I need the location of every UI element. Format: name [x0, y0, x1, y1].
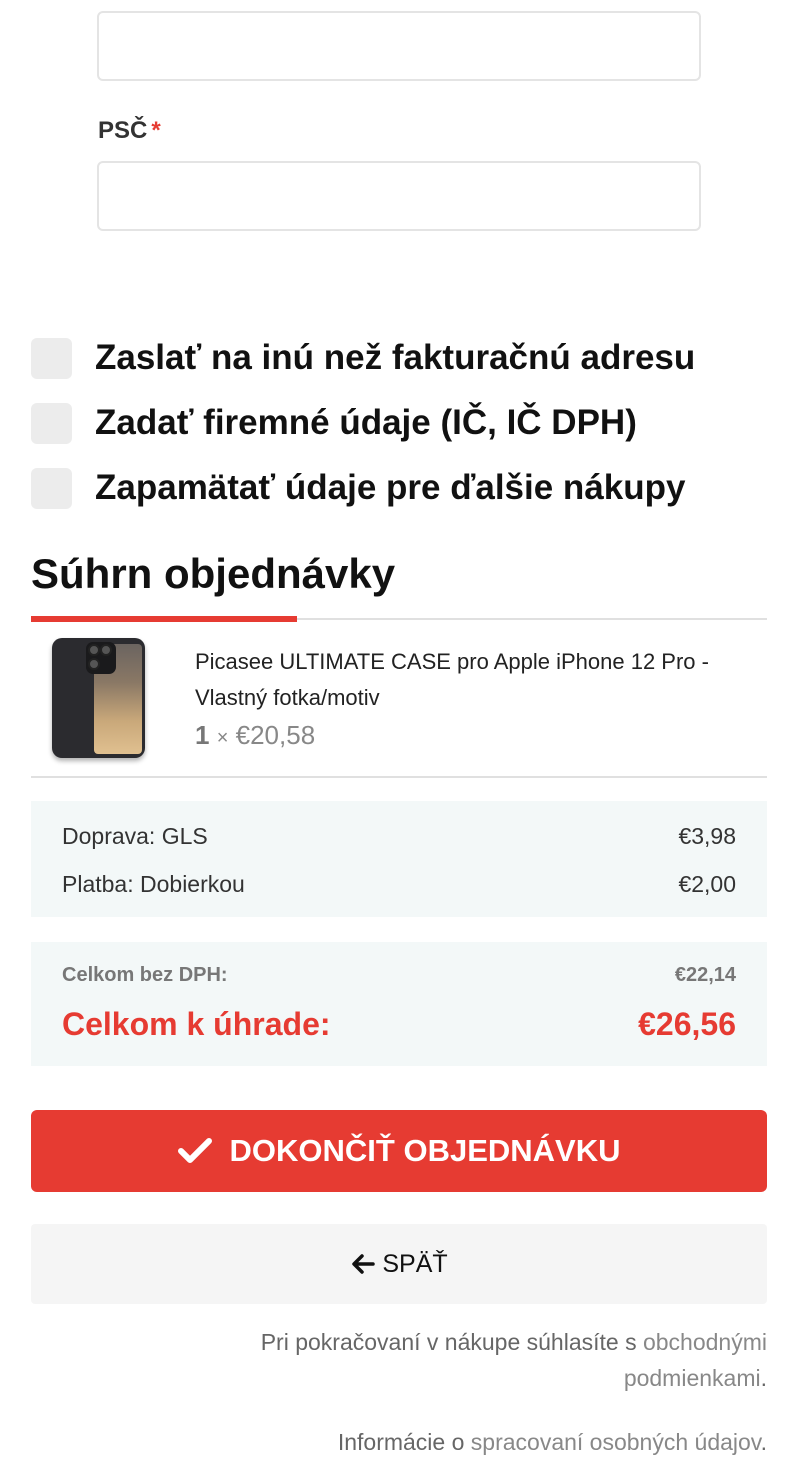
checkbox[interactable]: [31, 402, 72, 444]
total-excl-vat-label: Celkom bez DPH:: [62, 964, 228, 986]
total-excl-vat-value: €22,14: [674, 964, 736, 986]
product-image: [52, 638, 145, 758]
back-button[interactable]: SPÄŤ: [31, 1224, 767, 1304]
privacy-notice: Informácie o spracovaní osobných údajov.: [337, 1429, 767, 1455]
finish-order-button[interactable]: DOKONČIŤ OBJEDNÁVKU: [31, 1110, 767, 1192]
product-quantity-price: 1 × €20,58: [195, 720, 315, 751]
times-sign: ×: [216, 727, 229, 749]
option-label: Zaslať na inú než fakturačnú adresu: [95, 338, 696, 377]
total-label: Celkom k úhrade:: [62, 1006, 331, 1042]
finish-order-label: DOKONČIŤ OBJEDNÁVKU: [229, 1133, 621, 1168]
product-unit-price: €20,58: [235, 720, 316, 750]
total-value: €26,56: [638, 1006, 736, 1042]
product-quantity: 1: [195, 720, 210, 750]
psc-input[interactable]: [97, 161, 701, 231]
shipping-label: Doprava: GLS: [62, 823, 208, 849]
address-input[interactable]: [97, 11, 701, 81]
option-label: Zadať firemné údaje (IČ, IČ DPH): [95, 403, 637, 442]
total-row: Celkom k úhrade: €26,56: [62, 1006, 736, 1043]
checkbox[interactable]: [31, 337, 72, 379]
check-icon: [177, 1138, 212, 1163]
option-alt-shipping-address[interactable]: Zaslať na inú než fakturačnú adresu: [31, 337, 695, 379]
option-label: Zapamätať údaje pre ďalšie nákupy: [95, 468, 686, 507]
summary-title: Súhrn objednávky: [31, 550, 396, 597]
option-remember-details[interactable]: Zapamätať údaje pre ďalšie nákupy: [31, 467, 685, 509]
payment-price: €2,00: [678, 871, 736, 897]
totals-panel: Celkom bez DPH: €22,14 Celkom k úhrade: …: [31, 942, 767, 1066]
order-item: Picasee ULTIMATE CASE pro Apple iPhone 1…: [31, 622, 767, 778]
fees-panel: Doprava: GLS €3,98 Platba: Dobierkou €2,…: [31, 801, 767, 917]
psc-label: PSČ *: [98, 117, 161, 144]
terms-notice: Pri pokračovaní v nákupe súhlasíte s obc…: [260, 1329, 767, 1391]
privacy-link[interactable]: spracovaní osobných údajov: [471, 1429, 761, 1455]
arrow-left-icon: [352, 1254, 376, 1274]
product-name: Picasee ULTIMATE CASE pro Apple iPhone 1…: [195, 649, 709, 710]
payment-label: Platba: Dobierkou: [62, 871, 245, 897]
shipping-price: €3,98: [678, 823, 736, 849]
back-label: SPÄŤ: [382, 1249, 448, 1278]
required-mark: *: [151, 117, 161, 144]
payment-row: Platba: Dobierkou €2,00: [62, 871, 736, 898]
total-excl-vat-row: Celkom bez DPH: €22,14: [62, 964, 736, 987]
option-company-details[interactable]: Zadať firemné údaje (IČ, IČ DPH): [31, 402, 637, 444]
shipping-row: Doprava: GLS €3,98: [62, 823, 736, 850]
checkbox[interactable]: [31, 467, 72, 509]
terms-link[interactable]: obchodnými podmienkami: [624, 1329, 767, 1391]
